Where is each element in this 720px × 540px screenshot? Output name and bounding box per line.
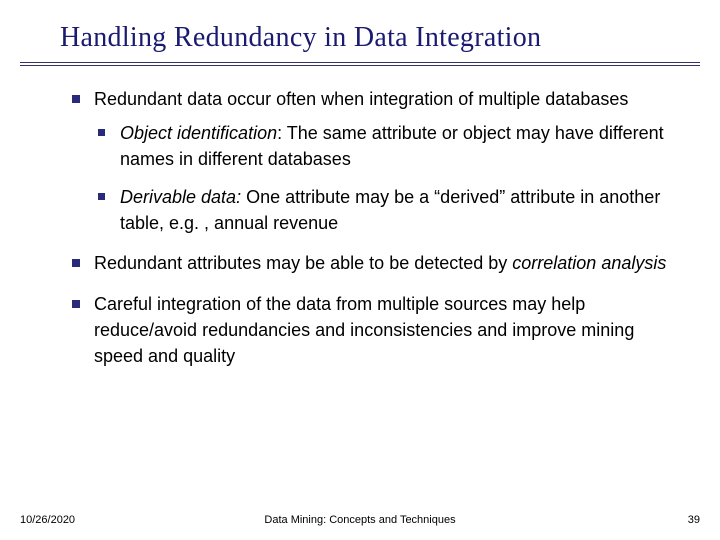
- bullet-text: Careful integration of the data from mul…: [94, 294, 634, 366]
- bullet-correlation: Redundant attributes may be able to be d…: [72, 250, 668, 276]
- slide-content: Redundant data occur often when integrat…: [0, 80, 720, 369]
- bullet-text: Redundant data occur often when integrat…: [94, 89, 628, 109]
- sub-bullet-list: Object identification: The same attribut…: [94, 120, 668, 236]
- bullet-redundant-data: Redundant data occur often when integrat…: [72, 86, 668, 236]
- footer-page-number: 39: [688, 514, 700, 526]
- sub-bullet-object-id: Object identification: The same attribut…: [94, 120, 668, 172]
- footer-center: Data Mining: Concepts and Techniques: [264, 514, 455, 526]
- sub-bullet-derivable: Derivable data: One attribute may be a “…: [94, 184, 668, 236]
- term-correlation: correlation analysis: [512, 253, 666, 273]
- bullet-text: Redundant attributes may be able to be d…: [94, 253, 512, 273]
- bullet-careful-integration: Careful integration of the data from mul…: [72, 291, 668, 369]
- slide-title: Handling Redundancy in Data Integration: [20, 0, 700, 66]
- term-object-id: Object identification: [120, 123, 277, 143]
- footer-date: 10/26/2020: [20, 514, 75, 526]
- bullet-list: Redundant data occur often when integrat…: [72, 86, 668, 369]
- term-derivable: Derivable data:: [120, 187, 241, 207]
